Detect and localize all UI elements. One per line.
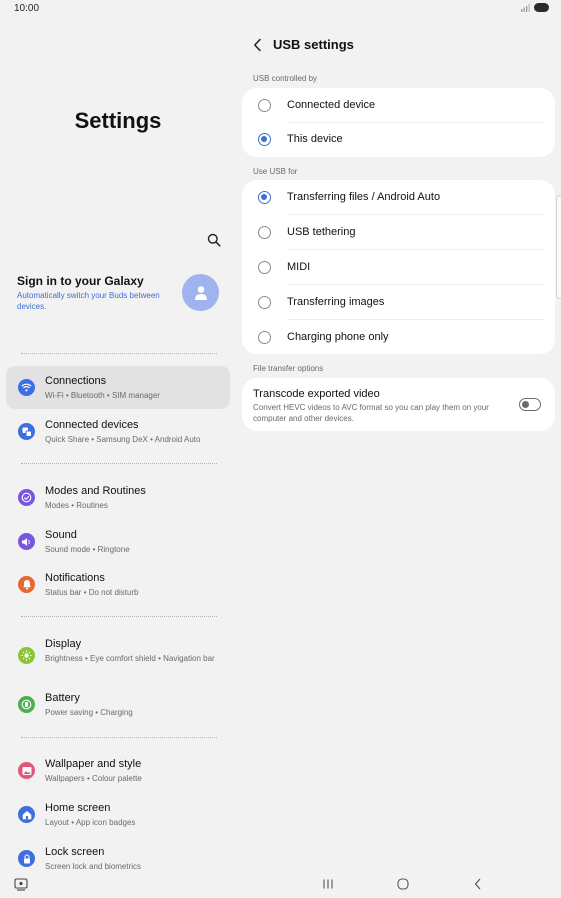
radio-button[interactable] <box>258 331 271 344</box>
settings-title: Settings <box>74 108 162 133</box>
settings-item-subtitle: Wi-Fi • Bluetooth • SIM manager <box>45 391 160 400</box>
settings-item-subtitle: Sound mode • Ringtone <box>45 545 130 554</box>
settings-item-title: Home screen <box>45 802 111 814</box>
radio-option-usb-tethering[interactable]: USB tethering <box>242 215 555 250</box>
settings-item-subtitle: Quick Share • Samsung DeX • Android Auto <box>45 435 201 444</box>
settings-item-display[interactable]: Display Brightness • Eye comfort shield … <box>6 629 230 681</box>
person-icon <box>194 285 207 300</box>
lock-icon <box>18 850 35 867</box>
radio-label: Transferring files / Android Auto <box>287 191 441 203</box>
settings-item-title: Battery <box>45 692 80 704</box>
settings-item-title: Lock screen <box>45 846 105 858</box>
radio-label: MIDI <box>287 261 311 273</box>
navigation-bar <box>0 874 561 898</box>
avatar[interactable] <box>182 274 219 311</box>
settings-item-home-screen[interactable]: Home screen Layout • App icon badges <box>6 793 230 836</box>
battery-icon <box>18 696 35 713</box>
radio-label: Transferring images <box>287 296 385 308</box>
transcode-title: Transcode exported video <box>253 388 380 400</box>
scroll-handle[interactable] <box>556 195 561 299</box>
settings-item-modes-routines[interactable]: Modes and Routines Modes • Routines <box>6 476 230 519</box>
battery-status-icon <box>534 3 549 12</box>
home-icon <box>18 806 35 823</box>
check-circle-icon <box>18 489 35 506</box>
settings-item-title: Wallpaper and style <box>45 758 142 770</box>
wifi-icon <box>18 379 35 396</box>
bell-icon <box>18 576 35 593</box>
section-label-file-transfer-options: File transfer options <box>253 364 324 373</box>
radio-button-selected[interactable] <box>258 133 271 146</box>
settings-item-connected-devices[interactable]: Connected devices Quick Share • Samsung … <box>6 410 230 453</box>
divider <box>21 353 217 354</box>
settings-item-title: Display <box>45 638 82 650</box>
radio-label: Connected device <box>287 99 376 111</box>
radio-button[interactable] <box>258 99 271 112</box>
settings-item-title: Sound <box>45 529 77 541</box>
settings-item-subtitle: Status bar • Do not disturb <box>45 588 139 597</box>
radio-label: USB tethering <box>287 226 356 238</box>
settings-item-notifications[interactable]: Notifications Status bar • Do not distur… <box>6 563 230 606</box>
settings-item-subtitle: Wallpapers • Colour palette <box>45 774 142 783</box>
radio-option-transferring-images[interactable]: Transferring images <box>242 285 555 320</box>
status-bar: 10:00 <box>0 0 561 16</box>
section-label-use-usb-for: Use USB for <box>253 167 298 176</box>
samsung-account-signin[interactable]: Sign in to your Galaxy Automatically swi… <box>17 274 177 312</box>
radio-button[interactable] <box>258 261 271 274</box>
use-usb-for-card: Transferring files / Android Auto USB te… <box>242 180 555 354</box>
radio-label: This device <box>287 133 343 145</box>
settings-item-lock-screen[interactable]: Lock screen Screen lock and biometrics <box>6 837 230 874</box>
status-time: 10:00 <box>14 3 40 14</box>
home-button-icon[interactable] <box>392 874 414 894</box>
settings-item-subtitle: Power saving • Charging <box>45 708 133 717</box>
radio-button-selected[interactable] <box>258 191 271 204</box>
settings-item-subtitle: Screen lock and biometrics <box>45 862 142 871</box>
radio-option-this-device[interactable]: This device <box>242 122 555 157</box>
taskbar-toggle-icon[interactable] <box>10 874 32 894</box>
image-icon <box>18 762 35 779</box>
radio-option-midi[interactable]: MIDI <box>242 250 555 285</box>
transcode-video-row[interactable]: Transcode exported video Convert HEVC vi… <box>242 378 555 431</box>
back-arrow-icon[interactable] <box>252 38 264 52</box>
settings-item-subtitle: Brightness • Eye comfort shield • Naviga… <box>45 654 215 663</box>
signin-subtitle: Automatically switch your Buds between d… <box>17 291 160 311</box>
settings-item-title: Modes and Routines <box>45 485 146 497</box>
radio-option-connected-device[interactable]: Connected device <box>242 88 555 123</box>
connected-devices-icon <box>18 423 35 440</box>
search-icon[interactable] <box>207 233 221 247</box>
divider <box>21 737 217 738</box>
divider <box>21 616 217 617</box>
signin-title: Sign in to your Galaxy <box>17 274 144 288</box>
radio-label: Charging phone only <box>287 331 389 343</box>
back-button-icon[interactable] <box>467 874 489 894</box>
settings-item-subtitle: Layout • App icon badges <box>45 818 136 827</box>
sun-icon <box>18 647 35 664</box>
recent-apps-icon[interactable] <box>317 874 339 894</box>
page-title: USB settings <box>273 37 354 52</box>
settings-item-title: Connections <box>45 375 107 387</box>
radio-button[interactable] <box>258 226 271 239</box>
divider <box>21 463 217 464</box>
settings-item-title: Notifications <box>45 572 105 584</box>
settings-item-subtitle: Modes • Routines <box>45 501 108 510</box>
settings-item-wallpaper[interactable]: Wallpaper and style Wallpapers • Colour … <box>6 749 230 792</box>
usb-controlled-by-card: Connected device This device <box>242 88 555 157</box>
radio-option-transferring-files[interactable]: Transferring files / Android Auto <box>242 180 555 215</box>
settings-item-connections[interactable]: Connections Wi-Fi • Bluetooth • SIM mana… <box>6 366 230 409</box>
radio-button[interactable] <box>258 296 271 309</box>
settings-item-sound[interactable]: Sound Sound mode • Ringtone <box>6 520 230 563</box>
settings-item-title: Connected devices <box>45 419 139 431</box>
settings-item-battery[interactable]: Battery Power saving • Charging <box>6 683 230 726</box>
signal-icon <box>521 4 530 12</box>
transcode-subtitle: Convert HEVC videos to AVC format so you… <box>253 403 489 423</box>
section-label-usb-controlled-by: USB controlled by <box>253 74 318 83</box>
volume-icon <box>18 533 35 550</box>
transcode-toggle-switch[interactable] <box>519 398 541 411</box>
radio-option-charging-only[interactable]: Charging phone only <box>242 320 555 355</box>
